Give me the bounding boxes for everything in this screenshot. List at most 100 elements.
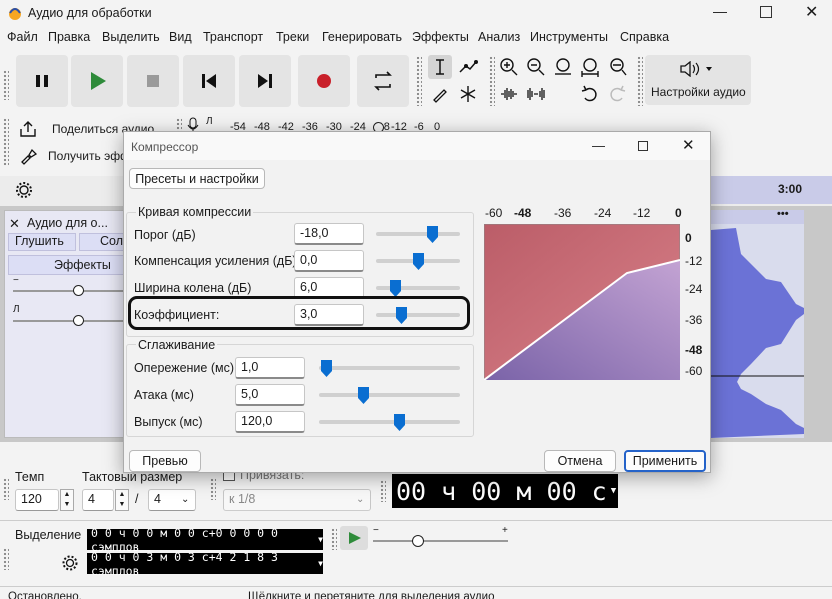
app-logo-icon [9,8,21,20]
envelope-tool-button[interactable] [456,55,480,79]
selection-end-display[interactable]: 0 0 ч 0 3 м 0 3 с+4 2 1 8 3 сэмплов ▼ [87,550,323,578]
lookahead-input[interactable]: 1,0 [235,357,305,379]
zoom-toggle-button[interactable] [605,55,629,79]
playback-speed-slider[interactable] [373,540,508,542]
attack-slider[interactable] [319,393,460,397]
zoom-out-button[interactable] [524,55,548,79]
lookahead-label: Опережение (мс) [134,361,234,375]
stop-button[interactable] [127,55,179,107]
gain-minus-label: − [13,275,19,286]
close-icon[interactable]: ✕ [805,2,818,22]
makeup-gain-input[interactable]: 0,0 [294,250,364,272]
menu-select[interactable]: Выделить [102,30,160,44]
selection-settings-button[interactable] [58,553,82,573]
menu-generate[interactable]: Генерировать [322,30,402,44]
timeline-settings-button[interactable] [12,180,36,200]
cancel-button[interactable]: Отмена [544,450,616,472]
track-name[interactable]: Аудио для о... [27,216,108,230]
chevron-down-icon[interactable]: ▼ [318,535,323,544]
zoom-in-button[interactable] [497,55,521,79]
release-slider[interactable] [319,420,460,424]
presets-button[interactable]: Пресеты и настройки [129,168,265,189]
preview-button[interactable]: Превью [129,450,201,472]
waveform [711,228,804,438]
tempo-input[interactable]: 120 [15,489,59,511]
redo-button[interactable] [605,82,629,106]
numerator-spinner[interactable]: ▲ ▼ [115,489,129,511]
threshold-slider[interactable] [376,232,460,236]
clip-menu-icon[interactable]: ••• [777,208,789,220]
selection-tool-button[interactable] [428,55,452,79]
attack-input[interactable]: 5,0 [235,384,305,406]
record-button[interactable] [298,55,350,107]
selection-start-display[interactable]: 0 0 ч 0 0 м 0 0 с+0 0 0 0 0 сэмплов ▼ [87,526,323,554]
menu-file[interactable]: Файл [7,30,38,44]
ratio-label: Коэффициент: [134,308,220,322]
pause-icon [36,75,48,87]
menu-edit[interactable]: Правка [48,30,90,44]
compression-curve-plot [484,224,680,380]
multi-tool-button[interactable] [456,82,480,106]
skip-end-button[interactable] [239,55,291,107]
time-signature-numerator[interactable]: 4 [82,489,114,511]
time-signature-separator: / [135,492,139,506]
maximize-icon[interactable] [760,6,772,18]
skip-start-button[interactable] [183,55,235,107]
knee-width-slider[interactable] [376,286,460,290]
status-hint: Щёлкните и перетяните для выделения ауди… [248,591,495,599]
silence-button[interactable] [524,82,548,106]
skip-end-icon [258,74,272,88]
draw-tool-button[interactable] [428,82,452,106]
menu-effects[interactable]: Эффекты [412,30,469,44]
tempo-spinner[interactable]: ▲ ▼ [60,489,74,511]
menu-tracks[interactable]: Треки [276,30,309,44]
speed-slider-thumb[interactable] [412,535,424,547]
graph-y-tick: -60 [685,364,703,378]
apply-button[interactable]: Применить [624,450,706,472]
release-input[interactable]: 120,0 [235,411,305,433]
ratio-input[interactable]: 3,0 [294,304,364,326]
menu-help[interactable]: Справка [620,30,669,44]
gain-slider-thumb[interactable] [73,285,84,296]
fit-project-button[interactable] [578,55,602,79]
track-control-panel: ✕ Аудио для о... Глушить Соло Эффекты − … [4,210,139,438]
snap-select[interactable]: к 1/8 ⌄ [223,489,371,511]
menu-view[interactable]: Вид [169,30,192,44]
minimize-icon[interactable]: — [713,3,727,19]
pause-button[interactable] [16,55,68,107]
graph-y-tick: -12 [685,254,703,268]
dialog-minimize-icon[interactable]: — [592,138,605,153]
dialog-maximize-icon[interactable] [638,141,648,151]
effects-button[interactable]: Эффекты [8,255,138,275]
clip-header[interactable]: ••• [711,208,804,224]
play-at-speed-button[interactable] [340,526,368,550]
menu-analyze[interactable]: Анализ [478,30,520,44]
chevron-down-icon: ⌄ [181,494,190,505]
chevron-down-icon[interactable]: ▼ [318,559,323,568]
track-close-icon[interactable]: ✕ [9,216,20,232]
timeline-ruler[interactable]: 3:00 [711,176,832,204]
toolbar-grip[interactable] [3,70,9,100]
time-display[interactable]: 00 ч 00 м 00 с ▼ [392,474,618,508]
title-bar: Аудио для обработки — ✕ [0,0,832,26]
zoom-in-icon [500,58,518,76]
menu-transport[interactable]: Транспорт [203,30,263,44]
threshold-input[interactable]: -18,0 [294,223,364,245]
mute-button[interactable]: Глушить [8,233,76,251]
time-signature-denominator[interactable]: 4 ⌄ [148,489,196,511]
dialog-close-icon[interactable]: ✕ [682,136,695,154]
undo-button[interactable] [578,82,602,106]
fit-selection-button[interactable] [551,55,575,79]
lookahead-slider[interactable] [319,366,460,370]
time-format-dropdown-icon[interactable]: ▼ [611,486,616,496]
audio-clip[interactable]: ••• [711,208,804,438]
pan-slider-thumb[interactable] [73,315,84,326]
ruler-time-label: 3:00 [778,182,803,196]
play-button[interactable] [71,55,123,107]
trim-button[interactable] [497,82,521,106]
loop-button[interactable] [357,55,409,107]
ratio-slider[interactable] [376,313,460,317]
menu-tools[interactable]: Инструменты [530,30,608,44]
audio-setup-button[interactable]: Настройки аудио [645,55,751,105]
graph-y-tick: -24 [685,282,703,296]
